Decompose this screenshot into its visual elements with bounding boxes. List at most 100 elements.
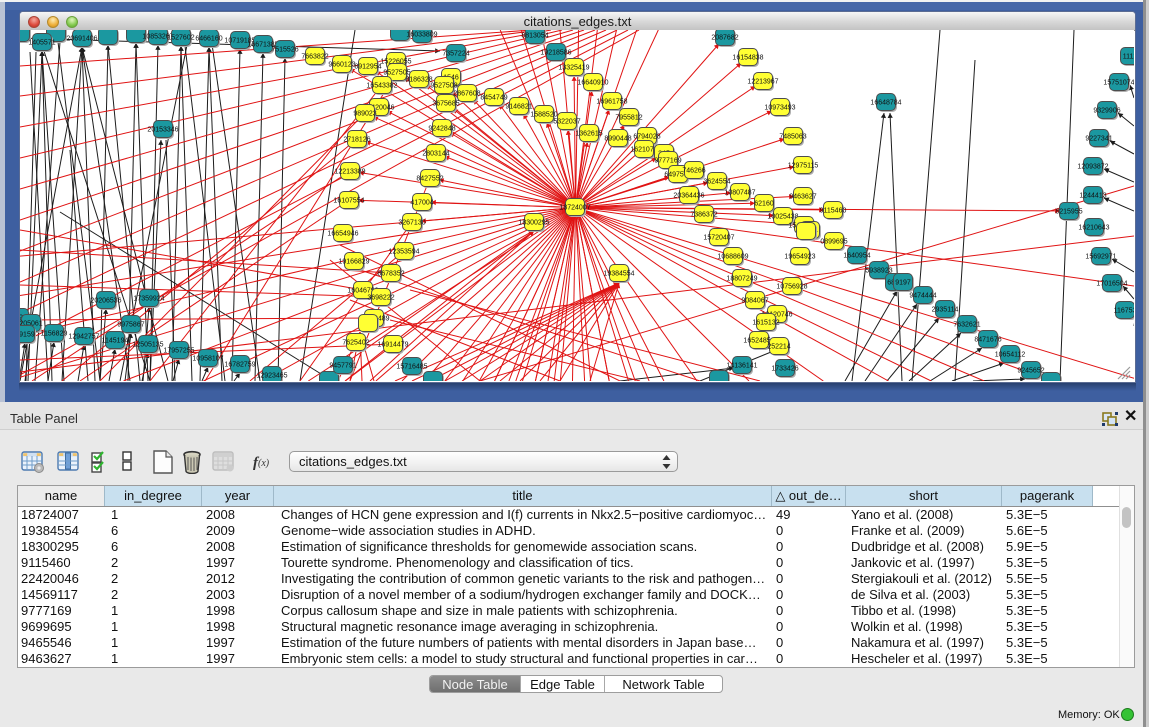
svg-text:1244413: 1244413 [1079, 193, 1106, 200]
svg-text:9660123: 9660123 [328, 62, 355, 69]
svg-text:17957255: 17957255 [163, 348, 194, 355]
svg-text:1362615: 1362615 [575, 131, 602, 138]
svg-text:10025438: 10025438 [767, 214, 798, 221]
svg-text:8471676: 8471676 [974, 337, 1001, 344]
svg-text:12213967: 12213967 [747, 79, 778, 86]
svg-text:7515526: 7515526 [271, 47, 298, 54]
svg-text:1615132: 1615132 [752, 320, 779, 327]
svg-text:20153346: 20153346 [147, 127, 178, 134]
svg-text:3624554: 3624554 [703, 179, 730, 186]
svg-text:7357224: 7357224 [442, 51, 469, 58]
svg-text:20206536: 20206536 [90, 298, 121, 305]
svg-text:9227341: 9227341 [1085, 136, 1112, 143]
svg-text:10807487: 10807487 [724, 190, 755, 197]
svg-text:9329906: 9329906 [1093, 108, 1120, 115]
svg-text:12353594: 12353594 [388, 249, 419, 256]
svg-text:15692971: 15692971 [1085, 254, 1116, 261]
svg-text:9527508: 9527508 [430, 83, 457, 90]
svg-text:1527602: 1527602 [167, 35, 194, 42]
svg-text:2087682: 2087682 [711, 35, 738, 42]
svg-text:16033809: 16033809 [406, 32, 437, 39]
svg-text:12213389: 12213389 [334, 169, 365, 176]
svg-text:10973493: 10973493 [764, 105, 795, 112]
svg-text:19384554: 19384554 [603, 271, 634, 278]
svg-text:18300295: 18300295 [518, 220, 549, 227]
svg-text:1405571: 1405571 [28, 40, 55, 47]
svg-text:8678352: 8678352 [377, 271, 404, 278]
svg-text:18724007: 18724007 [559, 205, 590, 212]
svg-text:417004: 417004 [410, 200, 433, 207]
svg-text:116753: 116753 [1114, 308, 1134, 315]
svg-text:9084067: 9084067 [741, 298, 768, 305]
svg-text:12093872: 12093872 [1077, 164, 1108, 171]
svg-text:19166829: 19166829 [338, 259, 369, 266]
svg-text:16107554: 16107554 [333, 198, 364, 205]
svg-text:1588520: 1588520 [530, 112, 557, 119]
svg-text:16961758: 16961758 [596, 99, 627, 106]
svg-text:8427552: 8427552 [416, 176, 443, 183]
svg-text:8454749: 8454749 [480, 95, 507, 102]
svg-text:1640954: 1640954 [843, 253, 870, 260]
svg-text:16640910: 16640910 [577, 80, 608, 87]
svg-text:3698222: 3698222 [367, 295, 394, 302]
svg-text:9457791: 9457791 [329, 363, 356, 370]
svg-text:16914479: 16914479 [377, 342, 408, 349]
svg-text:10756928: 10756928 [776, 284, 807, 291]
svg-text:2718126: 2718126 [343, 137, 370, 144]
svg-text:8990448: 8990448 [604, 136, 631, 143]
svg-text:16543382: 16543382 [366, 83, 397, 90]
svg-text:9242848: 9242848 [428, 126, 455, 133]
svg-text:746266: 746266 [682, 168, 705, 175]
svg-text:7663822: 7663822 [301, 54, 328, 61]
svg-text:2867608: 2867608 [453, 91, 480, 98]
svg-text:62160: 62160 [754, 201, 774, 208]
svg-text:9975867: 9975867 [117, 322, 144, 329]
svg-text:9463627: 9463627 [789, 194, 816, 201]
svg-text:3675685: 3675685 [432, 101, 459, 108]
svg-text:12942757: 12942757 [68, 334, 99, 341]
svg-text:15751074: 15751074 [1103, 80, 1134, 87]
svg-text:8186328: 8186328 [405, 77, 432, 84]
svg-text:9115460: 9115460 [820, 208, 847, 215]
svg-text:18807249: 18807249 [726, 276, 757, 283]
svg-text:10654112: 10654112 [995, 352, 1026, 359]
svg-text:9245652: 9245652 [1017, 368, 1044, 375]
svg-text:19654923: 19654923 [784, 254, 815, 261]
svg-text:7632621: 7632621 [953, 322, 980, 329]
svg-text:13325419: 13325419 [558, 65, 589, 72]
svg-text:0899695: 0899695 [820, 239, 847, 246]
svg-text:1156829: 1156829 [41, 331, 68, 338]
svg-text:17359924: 17359924 [133, 296, 164, 303]
svg-text:8813054: 8813054 [521, 33, 548, 40]
svg-text:16154838: 16154838 [732, 55, 763, 62]
svg-text:1621072: 1621072 [630, 147, 657, 154]
svg-text:1145194: 1145194 [102, 338, 129, 345]
svg-text:6794028: 6794028 [633, 134, 660, 141]
svg-text:7625402: 7625402 [342, 340, 369, 347]
svg-text:16210643: 16210643 [1078, 225, 1109, 232]
svg-text:6466160: 6466160 [195, 36, 222, 43]
svg-text:16782759: 16782759 [224, 362, 255, 369]
svg-text:1112: 1112 [1123, 54, 1134, 61]
svg-text:7955812: 7955812 [615, 115, 642, 122]
svg-text:12975115: 12975115 [788, 163, 819, 170]
svg-text:16648784: 16648784 [870, 100, 901, 107]
svg-text:10958107: 10958107 [192, 356, 223, 363]
svg-text:989023: 989023 [353, 111, 376, 118]
svg-text:9527505: 9527505 [383, 70, 410, 77]
svg-text:(x): (x) [258, 458, 270, 469]
svg-text:2935114: 2935114 [932, 307, 959, 314]
svg-text:12923465: 12923465 [256, 373, 287, 380]
svg-text:3267130: 3267130 [398, 220, 425, 227]
svg-text:15720407: 15720407 [703, 235, 734, 242]
svg-text:9474444: 9474444 [909, 293, 936, 300]
svg-text:9777169: 9777169 [654, 158, 681, 165]
svg-text:9146821: 9146821 [505, 104, 532, 111]
svg-text:17016504: 17016504 [1096, 281, 1127, 288]
svg-text:8912954: 8912954 [354, 64, 381, 71]
svg-text:16654946: 16654946 [327, 231, 358, 238]
svg-text:39159: 39159 [20, 332, 35, 339]
svg-text:2803144: 2803144 [422, 151, 449, 158]
svg-text:252214: 252214 [767, 344, 790, 351]
svg-text:20691406: 20691406 [66, 36, 97, 43]
